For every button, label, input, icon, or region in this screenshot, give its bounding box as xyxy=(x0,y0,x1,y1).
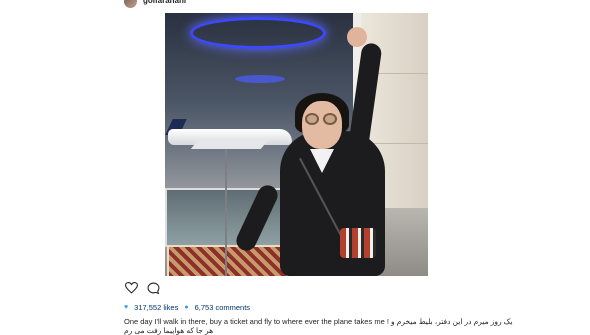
avatar[interactable] xyxy=(124,0,137,8)
window-light-ring xyxy=(190,17,326,49)
heart-outline-icon[interactable] xyxy=(124,281,138,295)
likes-heart-icon: ♥ xyxy=(124,304,129,311)
model-stand xyxy=(225,148,227,276)
sunglasses xyxy=(305,113,339,125)
likes-count[interactable]: 317,552 likes xyxy=(134,303,178,312)
comments-bubble-icon: ● xyxy=(184,304,189,311)
hand xyxy=(347,27,367,47)
display-rug xyxy=(167,245,296,276)
speech-bubble-icon[interactable] xyxy=(146,281,160,295)
face xyxy=(302,101,342,149)
handbag xyxy=(340,228,376,258)
window-light-reflection xyxy=(235,75,285,83)
username-link[interactable]: golfarahani xyxy=(143,0,186,5)
plane-wing xyxy=(190,139,270,149)
caption-line-1: One day I'll walk in there, buy a ticket… xyxy=(124,317,513,326)
comments-count[interactable]: 6,753 comments xyxy=(195,303,250,312)
caption-line-2: هر جا که هواپیما رفت می رم xyxy=(124,326,214,335)
post-actions xyxy=(124,281,160,295)
post-stats: ♥ 317,552 likes ● 6,753 comments xyxy=(124,303,250,312)
post-photo[interactable] xyxy=(165,13,428,276)
